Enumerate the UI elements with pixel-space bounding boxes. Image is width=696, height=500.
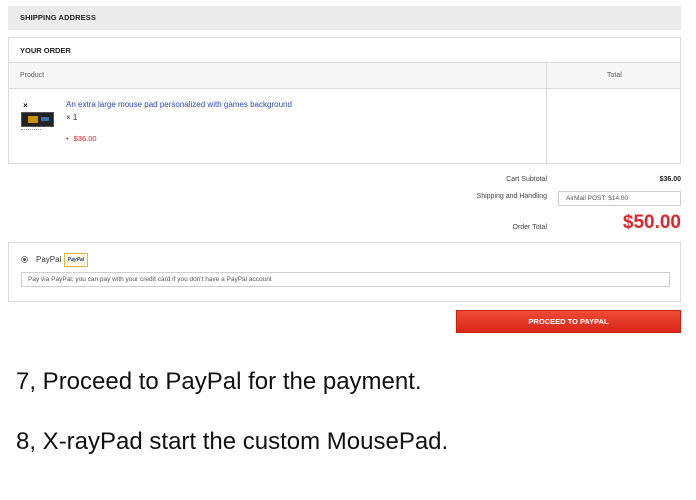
step-7-caption: 7, Proceed to PayPal for the payment. <box>16 368 422 395</box>
thumbnail-caption <box>21 129 41 133</box>
your-order-panel: YOUR ORDER Product Total × An extra larg… <box>8 37 681 165</box>
shipping-address-header[interactable]: SHIPPING ADDRESS <box>8 6 681 30</box>
order-table-header: Product Total <box>9 62 680 89</box>
column-header-product: Product <box>20 72 45 79</box>
shipping-method-field[interactable]: AirMail POST: $14.00 <box>558 191 681 206</box>
product-thumbnail: × <box>20 101 56 137</box>
column-divider <box>546 62 547 165</box>
proceed-to-paypal-button[interactable]: PROCEED TO PAYPAL <box>456 310 681 333</box>
paypal-logo-icon: PayPal <box>64 253 88 267</box>
mousepad-image <box>21 112 54 127</box>
cart-subtotal-label: Cart Subtotal <box>506 176 547 183</box>
cart-subtotal-value: $36.00 <box>659 176 681 183</box>
paypal-description: Pay via PayPal; you can pay with your cr… <box>21 272 670 287</box>
paypal-method-label[interactable]: PayPal <box>36 255 61 264</box>
product-quantity: × 1 <box>66 113 78 122</box>
payment-methods-panel: PayPal PayPal Pay via PayPal; you can pa… <box>8 242 681 302</box>
shipping-handling-label: Shipping and Handling <box>476 193 547 200</box>
product-name-link[interactable]: An extra large mouse pad personalized wi… <box>66 100 292 109</box>
product-price: • $36.00 <box>66 134 97 143</box>
product-price-value: $36.00 <box>73 134 97 143</box>
your-order-title: YOUR ORDER <box>20 46 71 55</box>
order-total-value: $50.00 <box>622 212 681 233</box>
shipping-address-title: SHIPPING ADDRESS <box>20 13 96 22</box>
price-bullet: • <box>66 134 69 143</box>
step-8-caption: 8, X-rayPad start the custom MousePad. <box>16 428 449 455</box>
remove-item-icon[interactable]: × <box>21 101 30 110</box>
order-total-label: Order Total <box>512 224 548 231</box>
column-header-total: Total <box>607 72 622 79</box>
paypal-radio[interactable] <box>21 256 28 263</box>
